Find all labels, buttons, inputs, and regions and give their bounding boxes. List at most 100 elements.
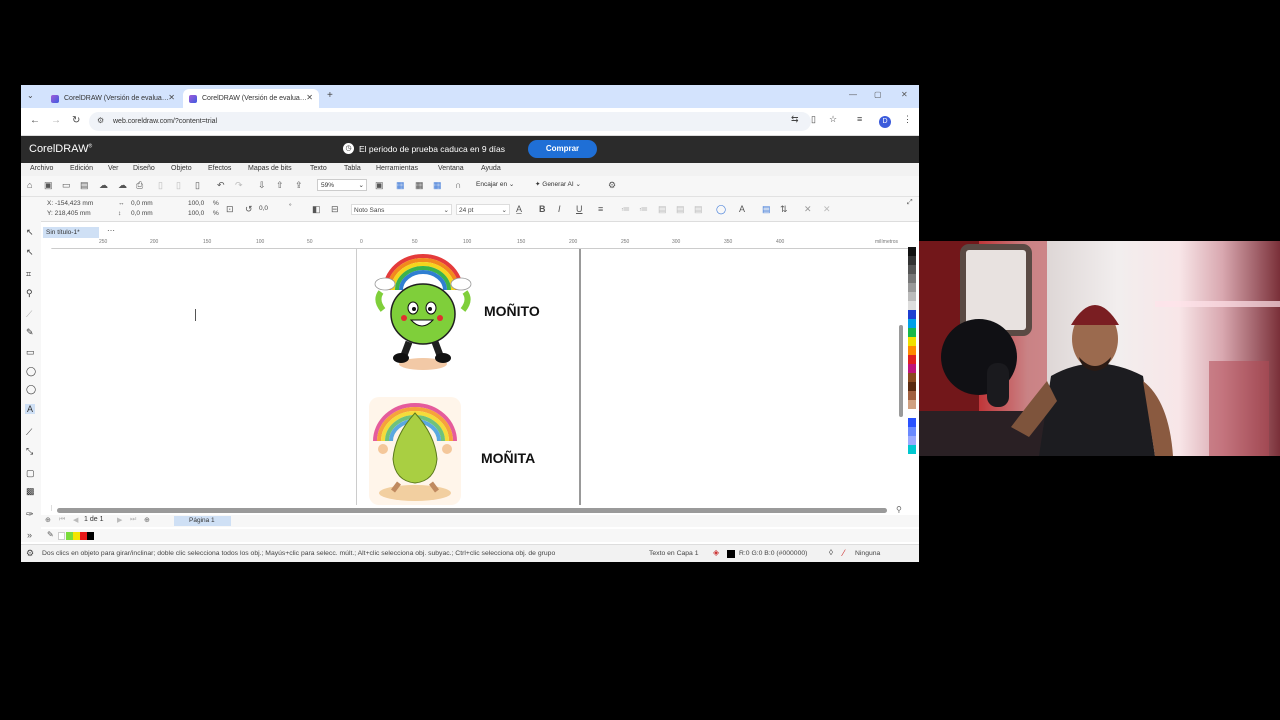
crop-tool-icon[interactable]: ⌗ (26, 269, 31, 280)
italic-icon[interactable]: I (558, 204, 561, 214)
menu-texto[interactable]: Texto (310, 165, 327, 172)
outdent-icon[interactable]: ▤ (694, 204, 703, 215)
monita-label[interactable]: MOÑITA (481, 450, 535, 466)
new-tab-button[interactable]: + (327, 90, 333, 101)
palette-swatch[interactable] (908, 373, 916, 382)
add-page-after-icon[interactable]: ⊕ (144, 516, 150, 524)
media-control-icon[interactable]: ≡ (857, 114, 862, 124)
tab-search-icon[interactable]: ⌄ (27, 91, 34, 100)
minimize-icon[interactable]: — (849, 90, 857, 99)
text-properties-icon[interactable]: ◯ (716, 204, 726, 215)
parallel-dimension-icon[interactable]: ⟋ (26, 427, 32, 438)
palette-swatch[interactable] (908, 292, 916, 301)
eyedropper-palette-icon[interactable]: ✎ (47, 530, 54, 539)
menu-herramientas[interactable]: Herramientas (376, 165, 418, 172)
profile-avatar[interactable]: D (879, 116, 891, 128)
import-icon[interactable]: ⇩ (258, 180, 266, 191)
close-window-icon[interactable]: ✕ (901, 90, 908, 99)
swatch-yellow[interactable] (73, 532, 80, 540)
zoom-tool-icon[interactable]: ⚲ (26, 288, 33, 299)
scale-x[interactable]: 100,0 (188, 200, 204, 207)
swatch-black[interactable] (87, 532, 94, 540)
page-icon[interactable]: ▯ (811, 114, 816, 125)
close-tab-icon[interactable]: ✕ (306, 93, 313, 102)
reload-icon[interactable]: ↻ (72, 115, 80, 126)
options-gear-icon[interactable]: ⚙ (608, 180, 616, 191)
swatch-white[interactable] (58, 532, 65, 540)
monita-illustration[interactable] (369, 397, 461, 505)
open-icon[interactable]: ▭ (62, 180, 71, 191)
polygon-tool-icon[interactable]: ◯ (26, 384, 36, 395)
palette-swatch[interactable] (908, 355, 916, 364)
transparency-icon[interactable]: ▩ (26, 486, 35, 497)
palette-swatch[interactable] (908, 382, 916, 391)
snap-to-dropdown[interactable]: Encajar en ⌄ (473, 179, 523, 191)
browser-menu-icon[interactable]: ⋮ (903, 114, 912, 125)
horizontal-scroll-thumb[interactable] (57, 508, 887, 513)
palette-swatch[interactable] (908, 445, 916, 454)
font-size-select[interactable]: 24 pt ⌄ (456, 204, 510, 215)
bold-icon[interactable]: B (539, 204, 546, 214)
scale-y[interactable]: 100,0 (188, 210, 204, 217)
palette-swatch[interactable] (908, 274, 916, 283)
y-position[interactable]: Y: 218,405 mm (47, 210, 91, 217)
paste-icon[interactable]: ▯ (195, 180, 200, 191)
bullets-icon[interactable]: ≔ (621, 204, 630, 215)
palette-swatch[interactable] (908, 346, 916, 355)
document-tab[interactable]: Sin título-1* (43, 227, 99, 238)
new-document-icon[interactable]: ▣ (44, 180, 53, 191)
add-page-before-icon[interactable]: ⊕ (45, 516, 51, 524)
palette-swatch[interactable] (908, 427, 916, 436)
lock-ratio-icon[interactable]: ⊡ (226, 204, 234, 215)
palette-swatch[interactable] (908, 436, 916, 445)
print-icon[interactable]: ⎙ (136, 180, 143, 191)
dropcap-icon[interactable]: ▤ (658, 204, 667, 215)
monito-label[interactable]: MOÑITO (484, 303, 540, 319)
rotation-value[interactable]: 0,0 (259, 205, 268, 212)
fit-text-icon[interactable]: ✕ (804, 204, 812, 215)
text-tool-icon[interactable]: A (25, 404, 36, 414)
close-tab-icon[interactable]: ✕ (168, 93, 175, 102)
browser-tab-1[interactable]: CorelDRAW (Versión de evalua… ✕ (45, 89, 181, 108)
expand-palette-icon[interactable]: » (27, 530, 32, 540)
character-format-icon[interactable]: A (739, 204, 745, 214)
shape-tool-icon[interactable]: ↖ (26, 247, 34, 258)
snap-magnet-icon[interactable]: ∩ (455, 180, 461, 190)
indent-icon[interactable]: ▤ (676, 204, 685, 215)
url-input[interactable]: ⚙ web.coreldraw.com/?content=trial (89, 112, 811, 131)
buy-button[interactable]: Comprar (528, 140, 597, 158)
menu-efectos[interactable]: Efectos (208, 165, 231, 172)
zoom-select[interactable]: 59% ⌄ (317, 179, 367, 191)
drop-shadow-icon[interactable]: ▢ (26, 468, 35, 479)
menu-ventana[interactable]: Ventana (438, 165, 464, 172)
drawing-canvas[interactable]: MOÑITO MOÑITA (51, 249, 907, 505)
expand-icon[interactable]: ⤢ (907, 199, 913, 207)
palette-swatch[interactable] (908, 400, 916, 409)
palette-swatch[interactable] (908, 328, 916, 337)
menu-tabla[interactable]: Tabla (344, 165, 361, 172)
rulers-icon[interactable]: ▦ (396, 180, 405, 191)
grid-icon[interactable]: ▦ (415, 180, 424, 191)
first-page-icon[interactable]: ⏮ (59, 516, 65, 524)
menu-ayuda[interactable]: Ayuda (481, 165, 501, 172)
artistic-media-icon[interactable]: ✎ (26, 327, 34, 338)
menu-diseno[interactable]: Diseño (133, 165, 155, 172)
palette-swatch[interactable] (908, 409, 916, 418)
fill-color-swatch[interactable] (727, 550, 735, 558)
x-position[interactable]: X: -154,423 mm (47, 200, 93, 207)
settings-gear-icon[interactable]: ⚙ (26, 548, 34, 559)
home-icon[interactable]: ⌂ (27, 180, 32, 190)
back-icon[interactable]: ← (30, 115, 40, 126)
maximize-icon[interactable]: ▢ (874, 90, 882, 99)
menu-ver[interactable]: Ver (108, 165, 119, 172)
copy-icon[interactable]: ▯ (176, 180, 181, 191)
height-value[interactable]: 0,0 mm (131, 210, 153, 217)
export-icon[interactable]: ⇧ (276, 180, 284, 191)
font-family-select[interactable]: Noto Sans ⌄ (351, 204, 452, 215)
eyedropper-icon[interactable]: ✑ (26, 509, 34, 520)
more-tabs-icon[interactable]: ⋯ (107, 226, 115, 235)
numbering-icon[interactable]: ≔ (639, 204, 648, 215)
menu-objeto[interactable]: Objeto (171, 165, 192, 172)
swatch-green[interactable] (66, 532, 73, 540)
rectangle-tool-icon[interactable]: ▭ (26, 347, 35, 358)
